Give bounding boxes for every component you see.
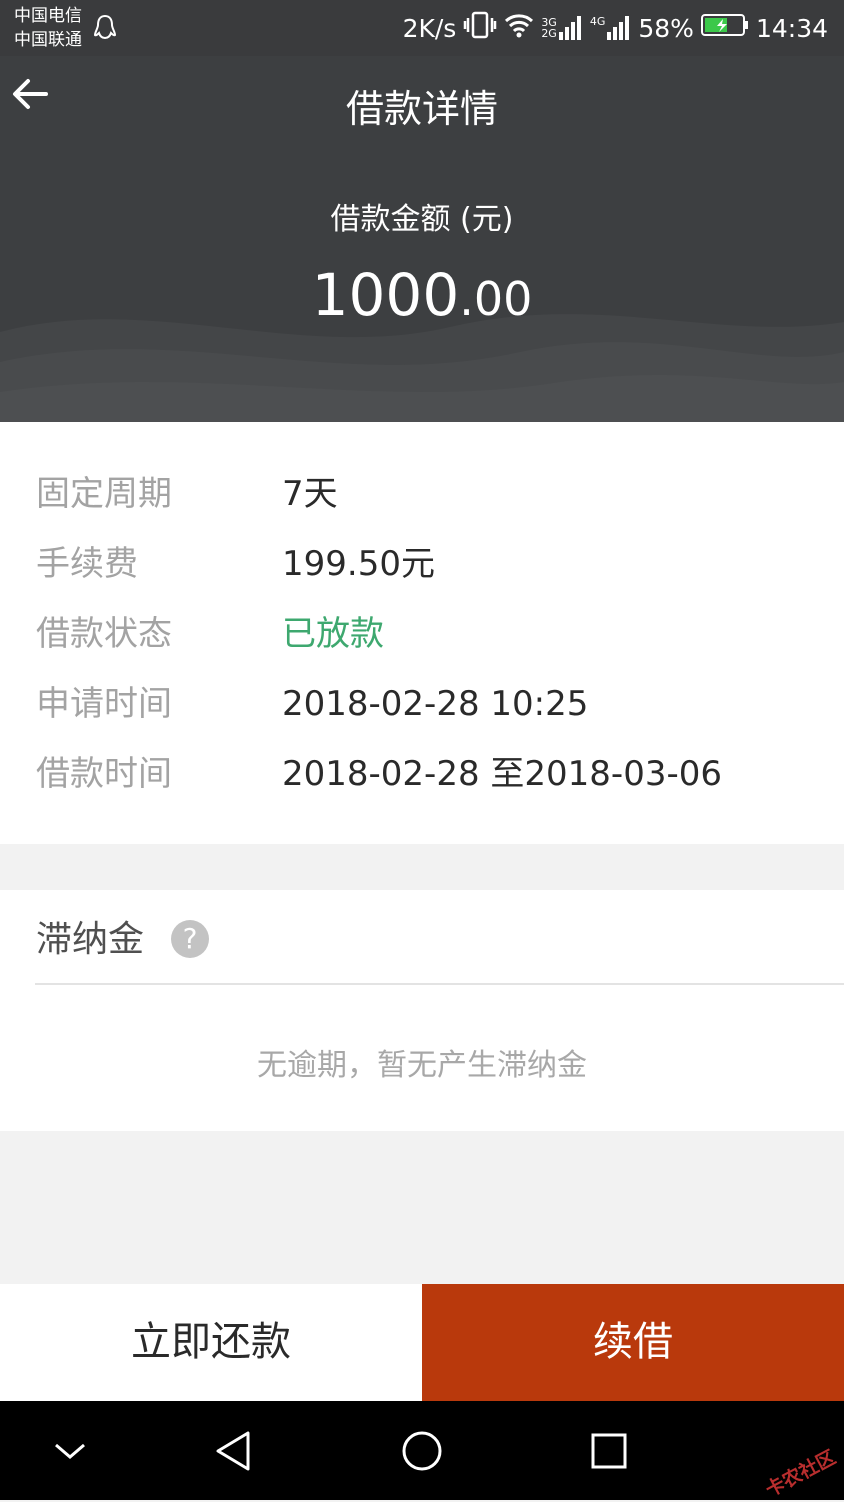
- vibrate-icon: [463, 10, 497, 46]
- divider: [35, 983, 844, 985]
- watermark-text: 卡农社区: [761, 1446, 840, 1502]
- detail-row-period: 固定周期 7天: [0, 459, 844, 529]
- system-nav-bar: 卡农社区: [0, 1401, 844, 1502]
- detail-row-fee: 手续费 199.50元: [0, 529, 844, 599]
- loan-status-value: 已放款: [282, 614, 384, 654]
- detail-row-status: 借款状态 已放款: [0, 599, 844, 669]
- carrier-2: 中国联通: [14, 30, 82, 50]
- detail-value: 2018-02-28 10:25: [282, 684, 589, 724]
- qq-penguin-icon: [93, 14, 117, 46]
- clock: 14:34: [755, 13, 828, 43]
- network-type-4g: 4G: [589, 15, 606, 28]
- nav-back-button[interactable]: [206, 1423, 262, 1479]
- nav-recents-button[interactable]: [581, 1423, 637, 1479]
- detail-label: 手续费: [36, 544, 138, 584]
- amount-label: 借款金额 (元): [330, 202, 514, 237]
- detail-label: 申请时间: [36, 684, 172, 724]
- detail-label: 固定周期: [36, 474, 172, 514]
- late-fee-title: 滞纳金: [36, 919, 145, 960]
- amount-integer: 1000: [311, 261, 460, 329]
- status-indicators: 2K/s 3G 2G 4G 58% 14:34: [403, 10, 828, 46]
- wifi-icon: [504, 12, 534, 44]
- page-title: 借款详情: [345, 87, 498, 131]
- network-speed: 2K/s: [402, 13, 457, 43]
- battery-percent: 58%: [638, 13, 694, 43]
- nav-hide-button[interactable]: [42, 1423, 98, 1479]
- detail-label: 借款时间: [36, 754, 172, 794]
- detail-value: 199.50元: [282, 544, 435, 584]
- renew-loan-button[interactable]: 续借: [422, 1284, 844, 1401]
- battery-charging-icon: [700, 13, 749, 43]
- network-type-2g: 2G: [541, 27, 557, 40]
- amount-decimal: .00: [459, 272, 533, 326]
- signal-1-icon: 3G 2G: [541, 16, 583, 40]
- help-icon[interactable]: ?: [171, 920, 209, 958]
- detail-label: 借款状态: [36, 614, 172, 654]
- nav-home-button[interactable]: [394, 1423, 450, 1479]
- carrier-labels: 中国电信 中国联通: [14, 4, 82, 52]
- loan-details: 固定周期 7天 手续费 199.50元 借款状态 已放款 申请时间 2018-0…: [0, 422, 844, 844]
- repay-now-button[interactable]: 立即还款: [0, 1284, 422, 1401]
- status-bar: 中国电信 中国联通 2K/s 3G 2G 4G 58% 14:34: [0, 0, 844, 56]
- late-fee-empty-text: 无逾期，暂无产生滞纳金: [257, 1048, 587, 1083]
- loan-header: 借款详情 借款金额 (元) 1000.00: [0, 56, 844, 422]
- detail-row-loan-time: 借款时间 2018-02-28 至2018-03-06: [0, 739, 844, 809]
- detail-value: 2018-02-28 至2018-03-06: [282, 754, 722, 794]
- chevron-down-icon: [55, 1443, 85, 1459]
- carrier-1: 中国电信: [14, 6, 82, 26]
- circle-home-icon: [402, 1431, 442, 1471]
- loan-amount: 1000.00: [0, 261, 844, 329]
- late-fee-section: 滞纳金 ? 无逾期，暂无产生滞纳金: [0, 890, 844, 1131]
- square-recents-icon: [591, 1433, 627, 1469]
- detail-value: 7天: [282, 474, 338, 514]
- detail-row-apply-time: 申请时间 2018-02-28 10:25: [0, 669, 844, 739]
- signal-2-icon: 4G: [590, 16, 632, 40]
- triangle-back-icon: [216, 1431, 250, 1471]
